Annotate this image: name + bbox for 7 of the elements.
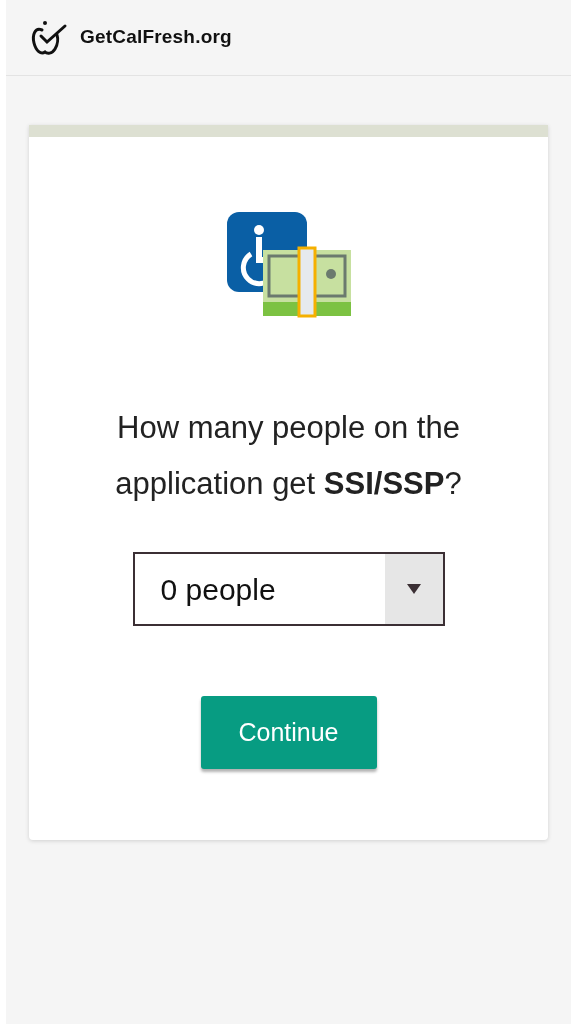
question-text: How many people on the application get SSI/SSP? [114,409,463,503]
select-value: 0 people [159,571,277,608]
people-select[interactable]: 0 people [132,552,445,626]
apple-check-icon [30,18,68,57]
site-name[interactable]: GetCalFresh.org [80,23,232,52]
dropdown-caret-icon [406,584,421,594]
wheelchair-money-icon [224,210,353,318]
